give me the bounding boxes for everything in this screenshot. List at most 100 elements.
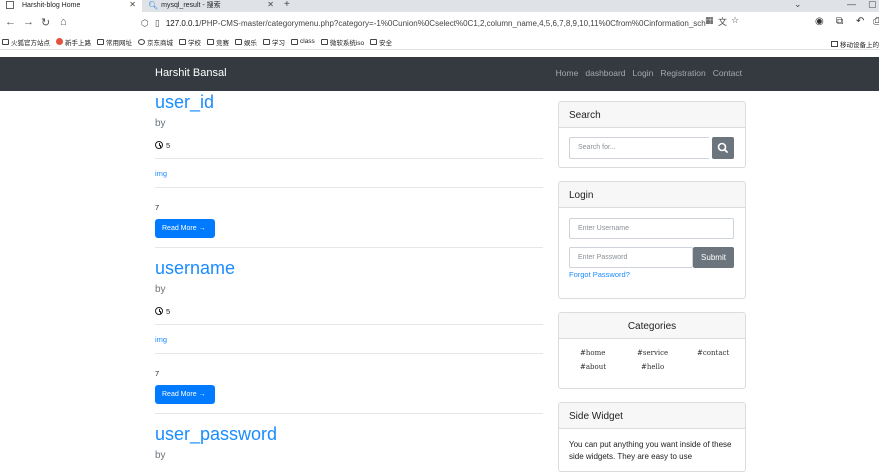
post-title[interactable]: username [155, 257, 543, 279]
browser-tab-bar: Harshit-blog Home ✕ 🔍︎ mysql_result - 搜索… [0, 0, 879, 12]
card-heading: Login [559, 182, 745, 208]
nav-link-dashboard[interactable]: dashboard [585, 68, 625, 78]
bookmark-label: 学习 [272, 39, 285, 47]
page-icon [6, 1, 14, 9]
undo-icon[interactable]: ↶ [856, 16, 864, 27]
address-bar[interactable]: ⬡ ▯ 127.0.0.1/PHP-CMS-master/categorymen… [141, 15, 746, 31]
firefox-icon [56, 38, 63, 45]
bookmark-item[interactable]: 新手上路 [56, 37, 91, 47]
category-link[interactable]: #service [637, 349, 668, 357]
post-views: 7 [155, 369, 160, 378]
folder-icon [97, 38, 104, 45]
bookmark-item[interactable]: 竞赛 [207, 37, 229, 47]
forward-icon[interactable]: → [23, 16, 34, 28]
post-image-link[interactable]: img [155, 335, 543, 345]
category-link[interactable]: #home [580, 349, 605, 357]
bookmark-item[interactable]: 学校 [179, 37, 201, 47]
browser-toolbar: ← → ↻ ⌂ ⬡ ▯ 127.0.0.1/PHP-CMS-master/cat… [0, 12, 879, 34]
clock-icon [155, 141, 163, 149]
post-card: user_password by [155, 423, 543, 461]
back-icon[interactable]: ← [5, 16, 16, 28]
reload-icon[interactable]: ↻ [41, 16, 50, 29]
card-heading: Side Widget [559, 403, 745, 429]
category-link[interactable]: #contact [697, 349, 729, 357]
bookmark-item[interactable]: 娱乐 [235, 37, 257, 47]
url-path: /PHP-CMS-master/categorymenu.php?categor… [199, 18, 706, 28]
close-tab-icon[interactable]: ✕ [267, 0, 274, 9]
side-widget-card: Side Widget You can put anything you wan… [558, 402, 746, 472]
extensions-icon[interactable]: ⧉ [836, 16, 843, 27]
bookmark-star-icon[interactable]: ☆ [731, 15, 739, 26]
card-heading: Search [559, 102, 745, 128]
home-icon[interactable]: ⌂ [60, 16, 67, 28]
bookmark-item[interactable]: 常用网址 [97, 37, 132, 47]
post-meta: 5 [155, 140, 543, 150]
categories-card: Categories #home #service #contact #abou… [558, 312, 746, 389]
search-icon: 🔍︎ [148, 1, 159, 10]
qr-code-icon[interactable]: ▦ [705, 15, 714, 26]
bookmark-label: 安全 [379, 39, 393, 47]
account-icon[interactable]: ◉ [815, 16, 824, 27]
read-more-button[interactable]: Read More → [155, 219, 215, 238]
nav-link-contact[interactable]: Contact [713, 68, 742, 78]
forgot-password-link[interactable]: Forgot Password? [569, 270, 630, 279]
clock-icon [155, 307, 163, 315]
post-meta: 5 [155, 306, 543, 316]
divider [155, 413, 543, 414]
bookmark-label: 移动设备上的 [840, 42, 879, 49]
folder-icon [207, 38, 214, 45]
bookmark-label: 火狐官方站点 [11, 39, 50, 47]
bookmark-label: 娱乐 [244, 39, 257, 47]
bookmark-item[interactable]: class [291, 38, 315, 45]
post-author: by [155, 118, 166, 129]
login-card: Login Enter Username Enter Password Subm… [558, 181, 746, 299]
search-button[interactable] [712, 137, 734, 159]
site-navbar: Harshit Bansal Home dashboard Login Regi… [0, 57, 879, 91]
username-input[interactable]: Enter Username [569, 218, 734, 239]
bookmark-item[interactable]: 火狐官方站点 [2, 37, 50, 47]
post-card: username by 5 img 7 Read More → [155, 257, 543, 414]
new-tab-icon[interactable]: + [284, 0, 290, 10]
page-icon: ▯ [154, 17, 160, 28]
folder-icon [263, 38, 270, 45]
translate-icon[interactable]: 文 [718, 15, 727, 28]
bookmark-label: 竞赛 [216, 39, 229, 47]
mobile-bookmarks[interactable]: 移动设备上的 [831, 39, 879, 49]
post-views: 7 [155, 203, 160, 212]
shield-icon: ⬡ [141, 17, 149, 28]
nav-link-login[interactable]: Login [633, 68, 654, 78]
tab-mysql-result[interactable]: 🔍︎ mysql_result - 搜索 ✕ [142, 0, 280, 12]
nav-link-registration[interactable]: Registration [660, 68, 705, 78]
widget-text: You can put anything you want inside of … [569, 440, 732, 461]
category-link[interactable]: #about [580, 363, 606, 371]
tab-harshit-blog[interactable]: Harshit-blog Home ✕ [0, 0, 142, 12]
submit-button[interactable]: Submit [693, 247, 734, 268]
posts-column: user_id by 5 img 7 Read More → username … [155, 91, 543, 461]
bookmark-item[interactable]: 京东商城 [138, 37, 173, 47]
close-tab-icon[interactable]: ✕ [129, 0, 136, 9]
tab-title: mysql_result - 搜索 [161, 2, 221, 9]
folder-icon [831, 41, 838, 47]
chevron-down-icon[interactable]: ⌄ [794, 0, 802, 10]
category-link[interactable]: #hello [641, 363, 664, 371]
site-brand[interactable]: Harshit Bansal [155, 67, 227, 79]
divider [155, 324, 543, 325]
folder-icon [235, 38, 242, 45]
search-input[interactable]: Search for... [569, 137, 709, 159]
maximize-icon[interactable]: ▢ [868, 0, 877, 10]
post-title[interactable]: user_password [155, 423, 543, 445]
search-card: Search Search for... [558, 101, 746, 168]
bookmark-item[interactable]: 学习 [263, 37, 285, 47]
bookmark-item[interactable]: 安全 [370, 37, 392, 47]
post-image-link[interactable]: img [155, 169, 543, 179]
folder-icon [291, 38, 298, 45]
nav-link-home[interactable]: Home [556, 68, 579, 78]
post-title[interactable]: user_id [155, 91, 543, 113]
share-icon[interactable]: ⎙ [873, 16, 879, 27]
minimize-icon[interactable]: — [847, 0, 856, 9]
read-more-button[interactable]: Read More → [155, 385, 215, 404]
post-author: by [155, 450, 166, 461]
password-input[interactable]: Enter Password [569, 247, 693, 268]
folder-icon [370, 38, 378, 45]
bookmark-item[interactable]: 微软系统iso [320, 37, 364, 47]
